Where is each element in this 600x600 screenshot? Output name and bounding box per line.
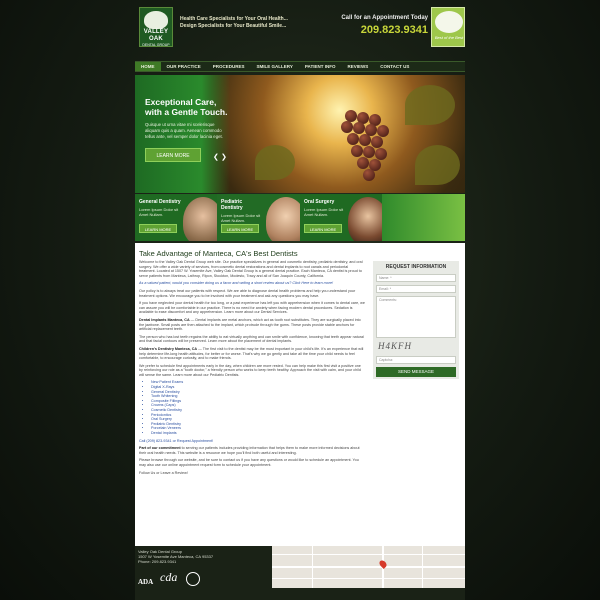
service-item[interactable]: Dental Implants: [151, 431, 365, 436]
feature-general-dentistry: General Dentistry Lorem Ipsum Dolor sit A…: [135, 194, 217, 241]
smiling-woman-image: [348, 197, 382, 241]
implants-paragraph: Dental Implants Manteca, CA — Dental imp…: [139, 317, 361, 332]
captcha-field[interactable]: Captcha:: [376, 356, 456, 364]
captcha-image: H4KFH: [378, 341, 412, 351]
name-field[interactable]: Name: *: [376, 274, 456, 282]
nav-smile-gallery[interactable]: SMILE GALLERY: [251, 62, 299, 71]
tagline-line-1: Health Care Specialists for Your Oral He…: [180, 16, 288, 22]
implants-paragraph-2: The person who has lost teeth regains th…: [139, 334, 364, 344]
seal-icon: [186, 572, 200, 586]
badge-text: Best of the Best: [434, 35, 464, 40]
tagline: Health Care Specialists for Your Oral He…: [180, 16, 290, 30]
services-list: New Patient ExamsDigital X-RaysGeneral D…: [151, 380, 365, 435]
form-heading: REQUEST INFORMATION: [385, 264, 447, 270]
call-label: Call for an Appointment Today: [341, 15, 428, 21]
feature-side-panel: [382, 194, 465, 241]
neglect-paragraph: If you have neglected your dental health…: [139, 301, 365, 315]
send-message-button[interactable]: SEND MESSAGE: [376, 367, 456, 377]
smiling-man-image: [183, 197, 217, 241]
ada-logo: ADA: [138, 578, 154, 586]
main-content: Take Advantage of Manteca, CA's Best Den…: [135, 243, 465, 546]
browse-paragraph: Please browse through our website, and b…: [139, 458, 359, 467]
hero-title: Exceptional Care, with a Gentle Touch.: [145, 97, 228, 117]
oral-surgery-learn-more[interactable]: LEARN MORE: [304, 224, 342, 233]
smiling-girl-image: [266, 197, 300, 241]
nav-reviews[interactable]: REVIEWS: [341, 62, 374, 71]
email-field[interactable]: Email: *: [376, 285, 456, 293]
policy-paragraph: Our policy is to always treat our patien…: [139, 288, 356, 298]
intro-paragraph: Welcome to the Valley Oak Dental Group w…: [139, 260, 363, 278]
general-dentistry-learn-more[interactable]: LEARN MORE: [139, 224, 177, 233]
logo-subtitle: DENTAL GROUP: [142, 43, 170, 47]
cda-logo: cda: [160, 570, 178, 584]
first-visit-paragraph: We prefer to schedule first appointments…: [139, 363, 361, 377]
main-nav: HOME OUR PRACTICE PROCEDURES SMILE GALLERY P…: [135, 61, 465, 72]
call-request-line[interactable]: Call (209) 823-9341 or Request Appointme…: [139, 439, 365, 444]
slider-next-icon[interactable]: ❯: [221, 153, 227, 161]
childrens-paragraph: Children's Dentistry Manteca, CA — The f…: [139, 346, 364, 361]
badge-tree-icon: [435, 11, 463, 33]
request-info-form: REQUEST INFORMATION Name: * Email: * Com…: [373, 261, 459, 379]
best-of-badge: Best of the Best: [431, 7, 465, 47]
nav-procedures[interactable]: PROCEDURES: [207, 62, 251, 71]
comments-field[interactable]: Comments:: [376, 296, 456, 338]
footer: Valley Oak Dental Group 1507 W Yosemite …: [135, 546, 465, 600]
nav-contact-us[interactable]: CONTACT US: [374, 62, 415, 71]
footer-address: Valley Oak Dental Group 1507 W Yosemite …: [138, 549, 214, 565]
logo-name: VALLEY OAK: [143, 29, 169, 42]
content-body: Welcome to the Valley Oak Dental Group w…: [139, 260, 365, 478]
practice-logo[interactable]: VALLEY OAK DENTAL GROUP: [139, 7, 173, 47]
commitment-paragraph: Part of our commitment to serving our pa…: [139, 446, 360, 455]
location-map[interactable]: [272, 546, 465, 588]
nav-home[interactable]: HOME: [135, 62, 161, 71]
follow-us-line[interactable]: Follow Us or Leave a Review!: [139, 471, 365, 476]
feature-pediatric-dentistry: Pediatric Dentistry Lorem Ipsum Dolor sit…: [217, 194, 300, 241]
hero-text: Quisque ut urna vitae mi scelerisque ali…: [145, 122, 223, 139]
oak-tree-icon: [144, 11, 168, 29]
phone-number[interactable]: 209.823.9341: [338, 24, 428, 36]
association-logos: ADA cda: [138, 568, 204, 590]
review-link[interactable]: As a valued patient, would you consider …: [139, 281, 365, 286]
nav-patient-info[interactable]: PATIENT INFO: [299, 62, 342, 71]
feature-oral-surgery: Oral Surgery Lorem Ipsum Dolor sit Amet N…: [300, 194, 382, 241]
hero-slider: Exceptional Care, with a Gentle Touch. Qu…: [135, 75, 465, 193]
tagline-line-2: Design Specialists for Your Beautiful Sm…: [180, 23, 287, 29]
slider-prev-icon[interactable]: ❮: [213, 153, 219, 161]
grapes-image: [335, 110, 405, 185]
pediatric-dentistry-learn-more[interactable]: LEARN MORE: [221, 224, 259, 233]
hero-learn-more-button[interactable]: LEARN MORE: [145, 148, 201, 162]
page-title: Take Advantage of Manteca, CA's Best Den…: [139, 249, 298, 258]
nav-our-practice[interactable]: OUR PRACTICE: [161, 62, 207, 71]
